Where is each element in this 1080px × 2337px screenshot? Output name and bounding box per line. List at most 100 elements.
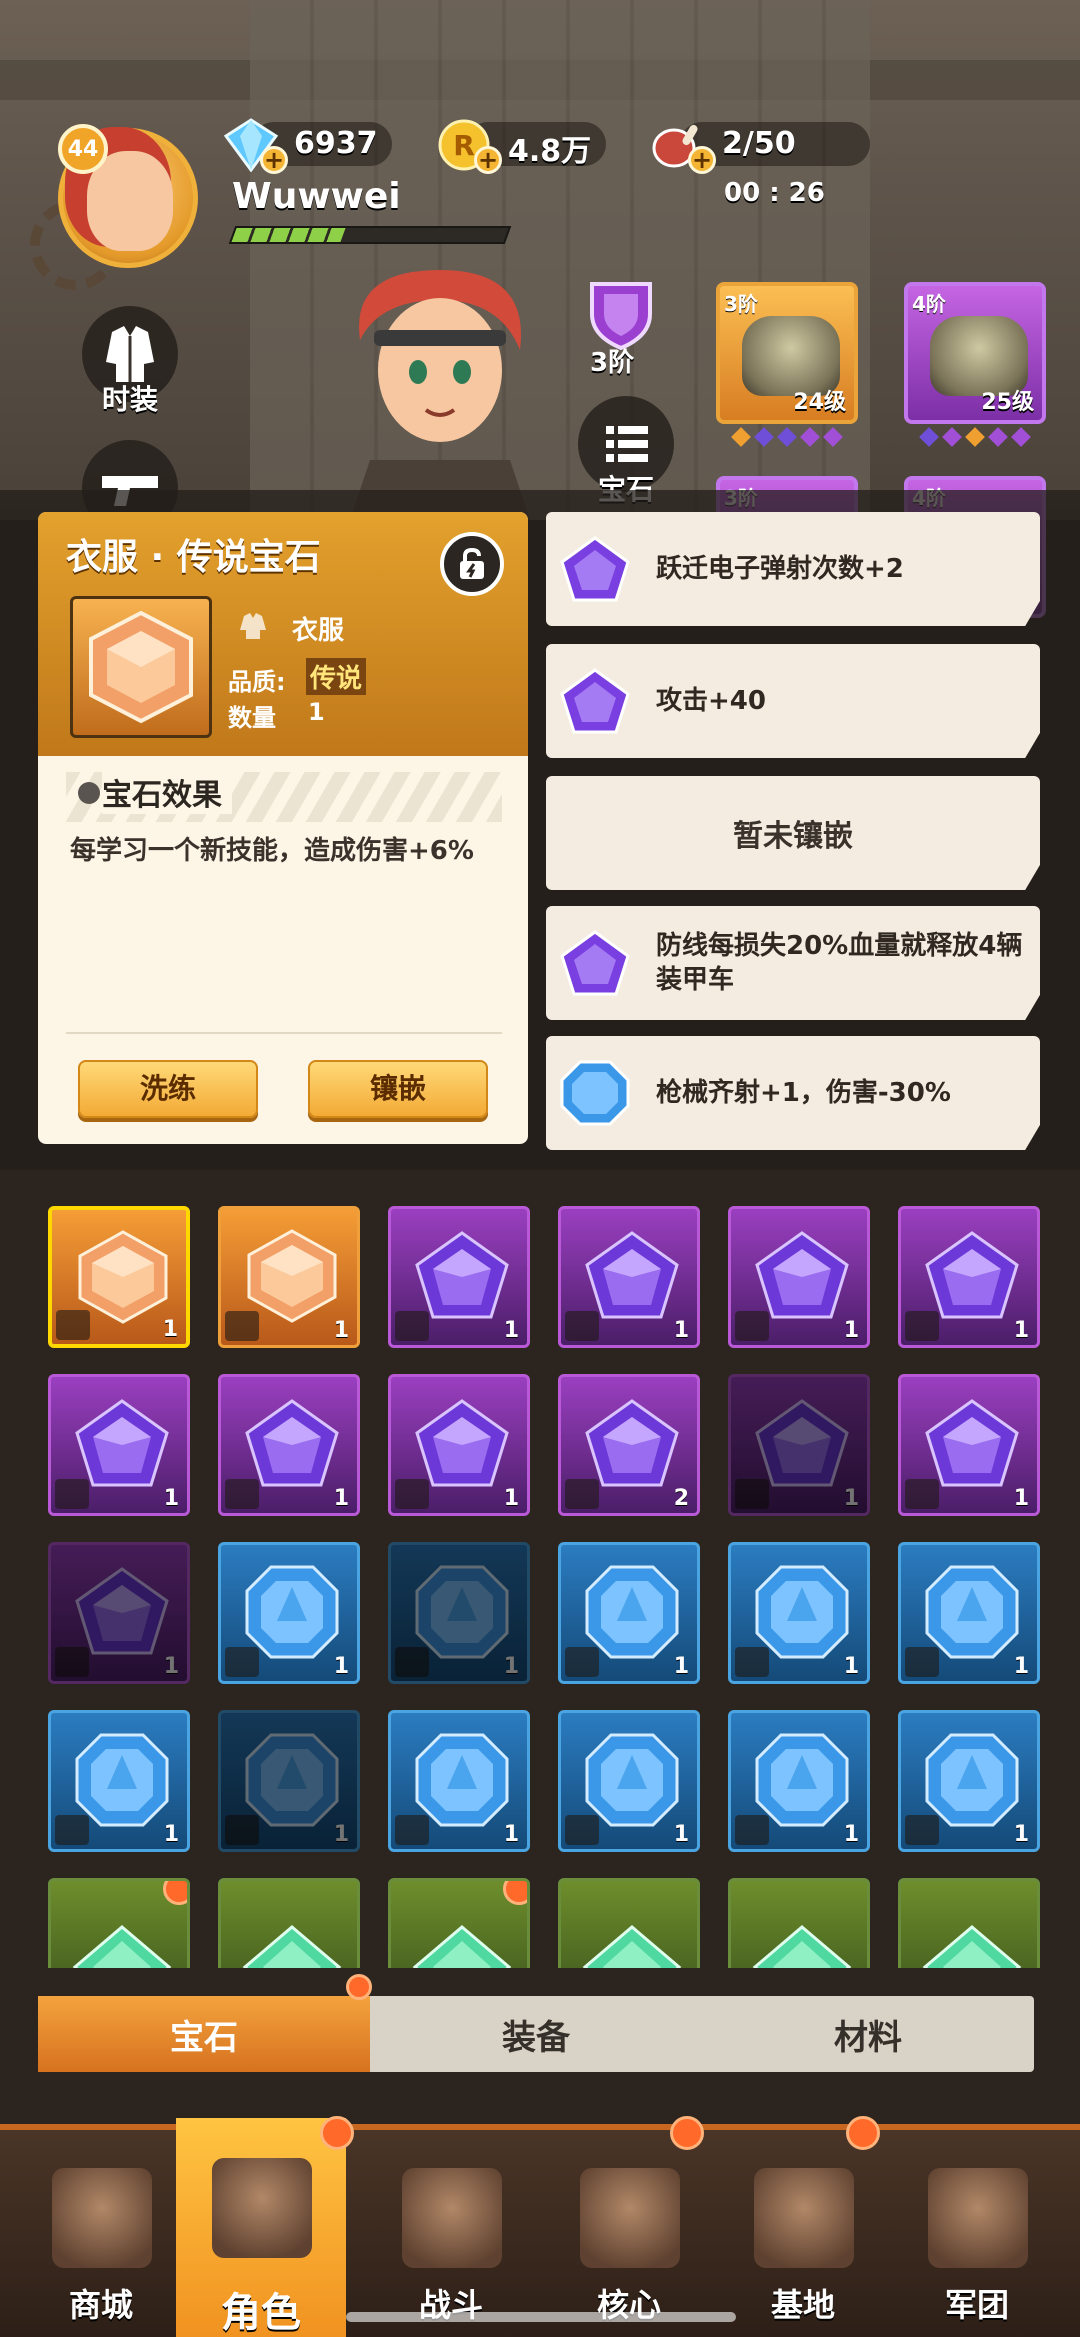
gem-count: 1 [162,1317,178,1342]
equipment-slot-helmet[interactable]: 3阶 24级 [716,282,858,424]
gem-tile[interactable]: 1 [218,1710,360,1852]
lock-icon [460,547,484,579]
gem-socket-dots [731,427,843,450]
socket-slot-3-empty[interactable]: 暂未镶嵌 [546,776,1040,890]
nav-base[interactable]: 基地 [718,2140,888,2337]
nav-core[interactable]: 核心 [544,2140,714,2337]
socket-empty-text: 暂未镶嵌 [733,819,853,854]
shoe-icon [55,1815,89,1845]
gem-tile[interactable]: 1 [48,1206,190,1348]
lock-button[interactable] [440,532,504,596]
refine-button[interactable]: 洗练 [78,1060,258,1118]
gem-tile[interactable]: 1 [558,1710,700,1852]
gem-count: 1 [163,1822,179,1847]
nav-label: 商城 [68,2286,133,2324]
gem-tile[interactable]: 1 [898,1374,1040,1516]
player-level-badge: 44 [58,124,108,174]
clothes-type-icon [240,613,266,639]
gem-tile[interactable]: 1 [388,1206,530,1348]
nav-label: 军团 [944,2286,1009,2324]
diamond-counter[interactable]: + 6937 [222,118,392,174]
gem-tile[interactable]: 1 [558,1542,700,1684]
stamina-timer: 00 : 26 [724,178,825,208]
tab-equipment[interactable]: 装备 [370,1996,702,2072]
gem-tile[interactable]: 2 [558,1374,700,1516]
gem-count: 1 [333,1318,349,1343]
gem-card-title: 衣服 · 传说宝石 [66,537,321,578]
pants-icon [735,1479,769,1509]
home-indicator [346,2312,736,2322]
xp-bar-fill [231,228,346,242]
gem-tile[interactable]: 1 [218,1374,360,1516]
gem-count: 1 [673,1822,689,1847]
shoe-icon [55,1479,89,1509]
gem-tile[interactable]: 1 [218,1206,360,1348]
gem-count: 1 [673,1654,689,1679]
add-coin-button[interactable]: + [474,146,502,174]
divider [66,1032,502,1034]
tab-gems[interactable]: 宝石 [38,1996,370,2072]
nav-shop[interactable]: 商城 [16,2140,186,2337]
gem-button[interactable]: 宝石 [578,396,674,506]
rank-shield-icon [590,282,652,350]
add-stamina-button[interactable]: + [688,146,716,174]
notification-dot [346,1974,372,2000]
crossed-guns-icon [402,2168,502,2268]
nav-character[interactable]: 角色 [176,2118,346,2337]
gem-tile[interactable]: 1 [728,1542,870,1684]
boots-icon [735,1311,769,1341]
legion-emblem-icon [928,2168,1028,2268]
gem-tile[interactable]: 1 [388,1374,530,1516]
quality-value: 传说 [306,658,367,695]
legendary-gem-icon [70,596,212,738]
gem-tile[interactable]: 1 [48,1710,190,1852]
stamina-counter[interactable]: + 2/50 [650,118,870,174]
gem-tile[interactable]: 1 [728,1374,870,1516]
gem-tile[interactable]: 1 [898,1206,1040,1348]
gem-socket-dots [919,427,1031,450]
gem-tile[interactable]: 1 [728,1710,870,1852]
boots-icon [395,1311,429,1341]
gem-tile[interactable]: 1 [48,1374,190,1516]
tab-materials[interactable]: 材料 [702,1996,1034,2072]
purple-gem-icon [560,668,630,734]
gem-tile[interactable]: 1 [388,1710,530,1852]
gem-tile[interactable]: 1 [898,1710,1040,1852]
socket-slot-4[interactable]: 防线每损失20%血量就释放4辆装甲车 [546,906,1040,1020]
diamond-value: 6937 [294,126,378,161]
nav-battle[interactable]: 战斗 [366,2140,536,2337]
pants-icon [565,1479,599,1509]
bottom-navigation: 商城 角色 战斗 核心 基地 军团 [0,2118,1080,2337]
socket-slot-2[interactable]: 攻击+40 [546,644,1040,758]
gem-count: 1 [1013,1654,1029,1679]
gem-count: 1 [843,1822,859,1847]
gem-tile[interactable]: 1 [558,1206,700,1348]
add-diamond-button[interactable]: + [260,146,288,174]
glove-icon [55,1647,89,1677]
gem-tile[interactable]: 1 [388,1542,530,1684]
nav-legion[interactable]: 军团 [892,2140,1062,2337]
shoe-icon [225,1479,259,1509]
base-tower-icon [754,2168,854,2268]
notification-dot [320,2116,354,2150]
socket-slot-1[interactable]: 跃迁电子弹射次数+2 [546,512,1040,626]
gem-tile[interactable]: 1 [218,1542,360,1684]
socket-effect-text: 跃迁电子弹射次数+2 [656,554,904,584]
category-tabs: 宝石 装备 材料 [38,1996,1034,2072]
socket-slot-5[interactable]: 枪械齐射+1，伤害-30% [546,1036,1040,1150]
gem-tile[interactable]: 1 [898,1542,1040,1684]
stamina-value: 2/50 [722,126,796,161]
gem-tile[interactable]: 1 [48,1542,190,1684]
coin-counter[interactable]: R + 4.8万 [436,118,606,174]
inlay-button[interactable]: 镶嵌 [308,1060,488,1118]
gun-icon [225,1815,259,1845]
gem-count: 1 [843,1318,859,1343]
gem-count: 1 [843,1654,859,1679]
purple-gem-icon [560,930,630,996]
notification-dot [670,2116,704,2150]
gem-count: 1 [163,1654,179,1679]
gem-tile[interactable]: 1 [728,1206,870,1348]
costume-button[interactable]: 时装 [82,306,178,416]
equipment-slot-gloves[interactable]: 4阶 25级 [904,282,1046,424]
gem-count: 1 [333,1486,349,1511]
